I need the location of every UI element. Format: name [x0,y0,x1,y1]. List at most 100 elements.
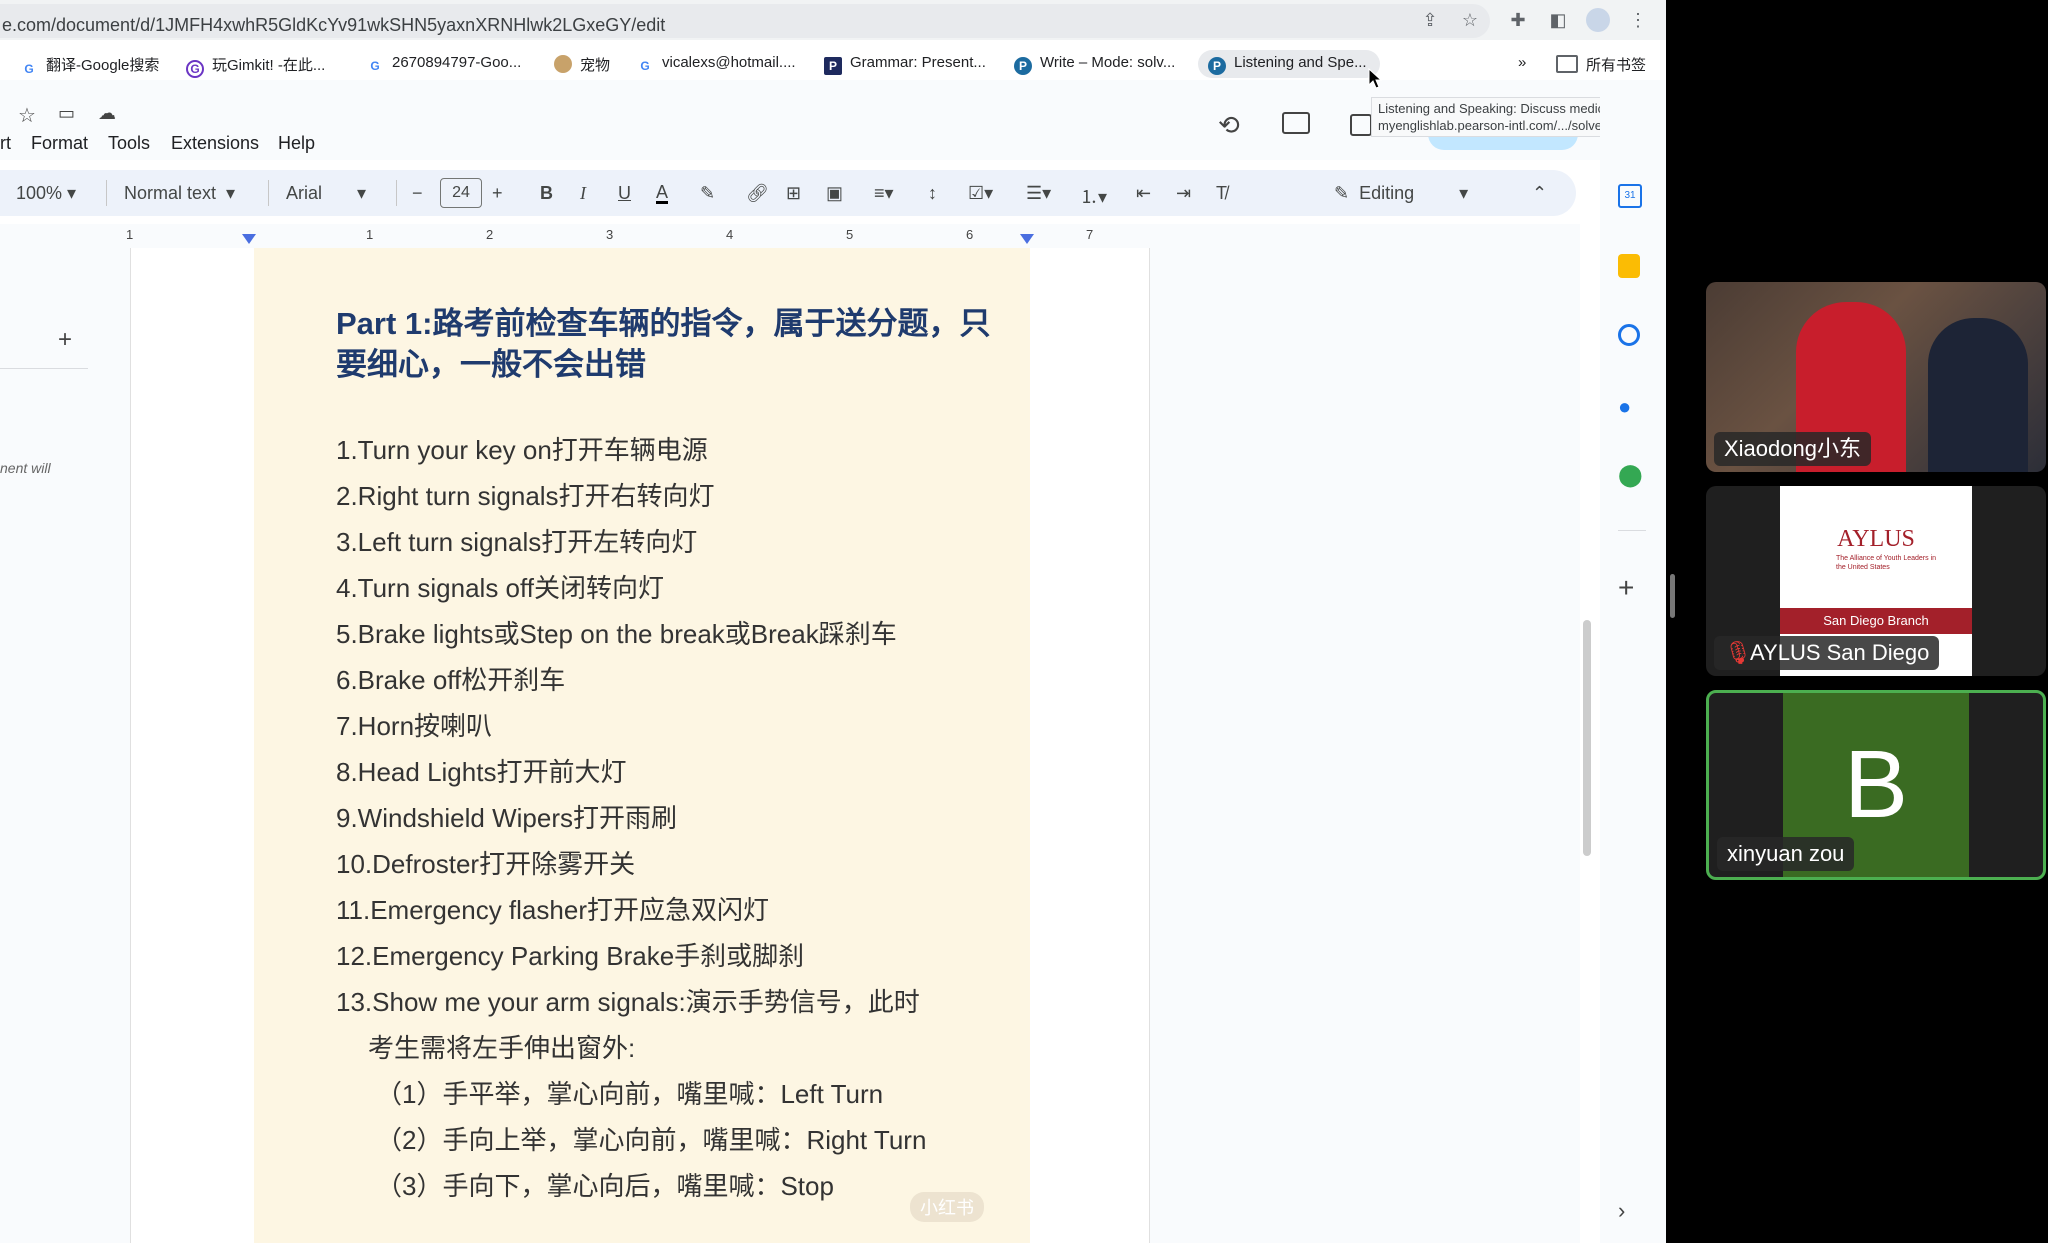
keep-icon[interactable] [1618,254,1640,278]
numbered-list-icon[interactable]: ⒈▾ [1080,183,1107,209]
style-select[interactable]: Normal text ▾ [124,183,235,204]
bookmark-item[interactable]: G 2670894797-Goo... [366,54,521,75]
extensions-icon[interactable]: ✚ [1506,8,1530,32]
outline-divider [0,368,88,369]
right-indent-marker[interactable] [1020,234,1034,244]
font-size-input[interactable]: 24 [440,178,482,208]
bookmark-item[interactable]: P Write – Mode: solv... [1014,54,1175,75]
history-icon[interactable]: ⟲ [1218,110,1240,141]
zoom-select[interactable]: 100% ▾ [16,183,76,204]
indent-marker[interactable] [242,234,256,244]
pearson-icon: P [824,57,842,75]
star-icon[interactable]: ☆ [1458,8,1482,32]
mouse-cursor [1368,68,1382,89]
outline-add-button[interactable]: + [58,326,72,354]
show-side-panel-icon[interactable]: › [1618,1198,1642,1223]
profile-avatar[interactable] [1586,8,1610,32]
doc-line: 11.Emergency flasher打开应急双闪灯 [336,895,769,925]
decrease-indent-icon[interactable]: ⇤ [1136,183,1151,204]
all-bookmarks[interactable]: 所有书签 [1556,54,1646,75]
share-icon[interactable]: ⇪ [1418,8,1442,32]
scrollbar[interactable] [1583,620,1591,856]
calendar-icon[interactable]: 31 [1618,184,1642,208]
underline-button[interactable]: U [618,183,631,204]
embedded-image[interactable]: Part 1:路考前检查车辆的指令，属于送分题，只要细心，一般不会出错 1.Tu… [254,248,1030,1243]
logo-text: AYLUS [1837,526,1915,552]
doc-line: 2.Right turn signals打开右转向灯 [336,481,715,511]
menu-insert[interactable]: rt [0,133,11,154]
menu-help[interactable]: Help [278,133,315,154]
move-folder-icon[interactable]: ▭ [58,103,75,124]
bookmark-item[interactable]: P Grammar: Present... [824,54,986,75]
watermark: 小红书 [910,1192,984,1222]
increase-indent-icon[interactable]: ⇥ [1176,183,1191,204]
menu-extensions[interactable]: Extensions [171,133,259,154]
ruler-number: 5 [846,227,854,242]
menu-format[interactable]: Format [31,133,88,154]
doc-line: 3.Left turn signals打开左转向灯 [336,527,698,557]
doc-line: 9.Windshield Wipers打开雨刷 [336,803,677,833]
doc-line: 13.Show me your arm signals:演示手势信号，此时 [336,987,920,1017]
editing-mode-select[interactable]: ✎ Editing ▾ [1334,183,1468,204]
font-select[interactable]: Arial ▾ [286,183,366,204]
highlight-icon[interactable]: ✎ [700,183,715,204]
line-spacing-icon[interactable]: ↕ [928,183,937,204]
bookmark-item[interactable]: 宠物 [554,54,610,75]
bookmark-item[interactable]: G 玩Gimkit! -在此... [186,54,325,78]
google-icon: G [370,59,380,73]
link-icon[interactable]: 🔗︎ [746,183,769,204]
align-icon[interactable]: ≡▾ [874,183,894,204]
side-divider [1618,530,1646,531]
ruler-number: 1 [366,227,374,242]
bookmark-item[interactable]: P Listening and Spe... [1208,54,1367,75]
get-addons-icon[interactable]: + [1618,572,1642,603]
browser-window: e.com/document/d/1JMFH4xwhR5GldKcYv91wkS… [0,0,1666,1243]
muted-mic-icon: 🎙︎ [1724,640,1752,665]
participant-tile[interactable]: AYLUS The Alliance of Youth Leaders in t… [1706,486,2046,676]
meet-icon[interactable] [1350,114,1372,136]
bookmark-item[interactable]: G 翻译-Google搜索 [20,54,159,78]
italic-button[interactable]: I [580,183,586,204]
bold-button[interactable]: B [540,183,553,204]
doc-line: 8.Head Lights打开前大灯 [336,757,627,787]
doc-line: （1）手平举，掌心向前，嘴里喊：Left Turn [376,1079,884,1109]
comment-add-icon[interactable]: ⊞ [786,183,801,204]
checklist-icon[interactable]: ☑▾ [968,183,993,204]
doc-line: （2）手向上举，掌心向前，嘴里喊：Right Turn [376,1125,927,1155]
bookmarks-overflow[interactable]: » [1518,54,1526,71]
divider [396,180,397,206]
bookmark-item[interactable]: Gvicalexs@hotmail.... [636,54,795,75]
divider [106,180,107,206]
address-field[interactable]: e.com/document/d/1JMFH4xwhR5GldKcYv91wkS… [0,4,1490,38]
url-text[interactable]: e.com/document/d/1JMFH4xwhR5GldKcYv91wkS… [2,15,665,36]
formatting-toolbar: 100% ▾ Normal text ▾ Arial ▾ − 24 + B I … [0,170,1576,216]
clear-formatting-icon[interactable]: T̸ [1216,183,1227,204]
bookmarks-bar: G 翻译-Google搜索 G 玩Gimkit! -在此... G 267089479… [0,46,1666,80]
image-icon[interactable]: ▣ [826,183,843,204]
participant-tile[interactable]: Xiaodong小东 [1706,282,2046,472]
participant-name: 🎙︎ AYLUS San Diego [1714,636,1940,670]
collapse-toolbar-icon[interactable]: ⌃ [1532,183,1547,204]
sidepanel-icon[interactable]: ◧ [1546,8,1570,32]
cloud-status-icon: ☁ [98,103,116,123]
ruler-number: 7 [1086,227,1094,242]
participant-tile-active[interactable]: B xinyuan zou [1706,690,2046,880]
contacts-icon[interactable]: ● [1618,394,1642,419]
divider [268,180,269,206]
decrease-font-button[interactable]: − [412,183,423,204]
doc-line: 1.Turn your key on打开车辆电源 [336,435,708,465]
bullet-list-icon[interactable]: ☰▾ [1026,183,1051,204]
maps-icon[interactable]: ⬤ [1618,462,1643,487]
branch-banner: San Diego Branch [1780,608,1972,634]
menu-icon[interactable]: ⋮ [1626,8,1650,32]
tasks-icon[interactable] [1618,324,1640,346]
pearson-icon: P [1208,57,1226,75]
comments-icon[interactable] [1282,112,1310,134]
text-color-button[interactable]: A [656,183,669,204]
ruler-number: 4 [726,227,734,242]
panel-resize-handle[interactable] [1670,574,1675,618]
increase-font-button[interactable]: + [492,183,503,204]
menu-tools[interactable]: Tools [108,133,150,154]
star-icon[interactable]: ☆ [18,103,36,128]
google-icon: G [24,62,34,76]
